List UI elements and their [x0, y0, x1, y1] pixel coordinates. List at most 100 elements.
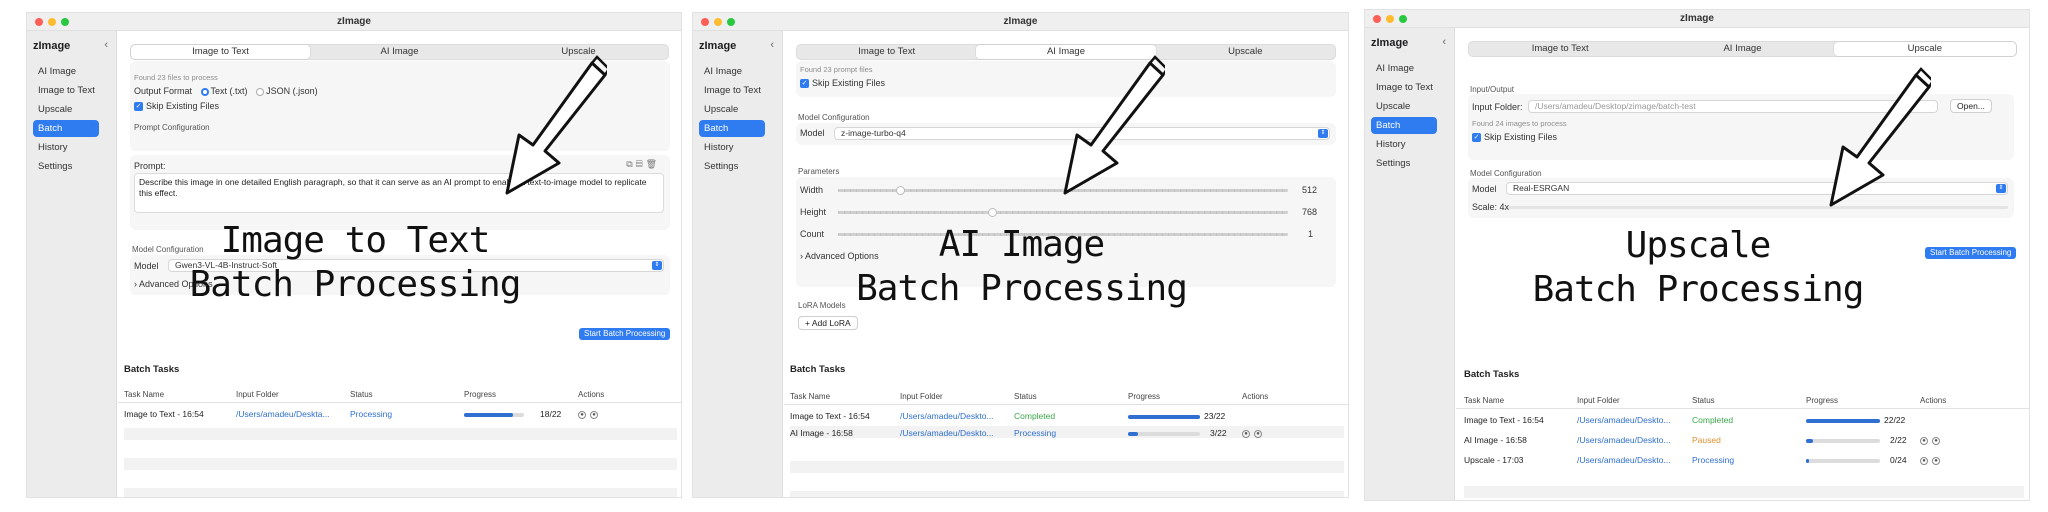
cancel-icon[interactable]: ● [1932, 437, 1940, 445]
zoom-window-button[interactable] [1399, 15, 1407, 23]
header-divider [118, 402, 681, 403]
task1-progress-bar [1806, 419, 1880, 423]
stop-icon[interactable]: ● [578, 411, 586, 419]
width-label: Width [800, 185, 824, 195]
minimize-window-button[interactable] [714, 18, 722, 26]
pause-icon[interactable]: ● [1920, 457, 1928, 465]
sidebar-item-image-to-text[interactable]: Image to Text [699, 82, 765, 99]
title-bar: zImage [693, 13, 1348, 31]
checkmark-icon: ✓ [134, 102, 143, 112]
task2-name: AI Image - 16:58 [790, 428, 853, 438]
zoom-window-button[interactable] [61, 18, 69, 26]
task1-name: Image to Text - 16:54 [124, 409, 204, 419]
sidebar-item-settings[interactable]: Settings [33, 158, 99, 175]
sidebar-item-ai-image[interactable]: AI Image [1371, 60, 1437, 77]
tab-ai-image[interactable]: AI Image [310, 45, 489, 59]
minimize-window-button[interactable] [48, 18, 56, 26]
col-actions: Actions [578, 390, 605, 399]
task1-folder[interactable]: /Users/amadeu/Deskto... [1577, 415, 1671, 425]
resume-icon[interactable]: ● [1920, 437, 1928, 445]
window-title: zImage [337, 16, 371, 27]
sidebar-item-ai-image[interactable]: AI Image [33, 63, 99, 80]
height-slider[interactable] [838, 208, 1288, 217]
skip-existing-checkbox[interactable]: ✓ Skip Existing Files [800, 78, 885, 89]
col-actions: Actions [1920, 396, 1947, 405]
task1-folder[interactable]: /Users/amadeu/Deskta... [236, 409, 330, 419]
collapse-sidebar-icon[interactable]: ‹ [104, 39, 108, 51]
header-divider [784, 404, 1348, 405]
progress-fill [1128, 415, 1200, 419]
prompt-config-heading: Prompt Configuration [134, 123, 210, 132]
stop-icon[interactable]: ● [1932, 457, 1940, 465]
pause-icon[interactable]: ● [590, 411, 598, 419]
progress-fill [1128, 432, 1139, 436]
sidebar-item-image-to-text[interactable]: Image to Text [1371, 79, 1437, 96]
task2-status: Paused [1692, 435, 1721, 445]
scale-label: Scale: 4x [1472, 202, 1510, 212]
skip-existing-checkbox[interactable]: ✓ Skip Existing Files [134, 101, 219, 112]
task2-folder[interactable]: /Users/amadeu/Deskto... [1577, 435, 1671, 445]
radio-json[interactable] [256, 87, 265, 96]
sidebar-item-upscale[interactable]: Upscale [699, 101, 765, 118]
close-window-button[interactable] [35, 18, 43, 26]
task2-folder[interactable]: /Users/amadeu/Deskto... [900, 428, 994, 438]
progress-fill [464, 413, 514, 417]
window-title: zImage [1680, 13, 1714, 24]
copy-icon[interactable]: ⧉ [626, 159, 635, 169]
sidebar-item-ai-image[interactable]: AI Image [699, 63, 765, 80]
slider-knob[interactable] [988, 208, 997, 217]
tab-upscale[interactable]: Upscale [1156, 45, 1335, 59]
task1-progress-bar [464, 413, 524, 417]
zoom-window-button[interactable] [727, 18, 735, 26]
sidebar-item-history[interactable]: History [33, 139, 99, 156]
trash-icon[interactable]: 🗑 [646, 159, 660, 169]
sidebar-item-upscale[interactable]: Upscale [1371, 98, 1437, 115]
slider-knob[interactable] [896, 186, 905, 195]
sidebar-item-batch[interactable]: Batch [699, 120, 765, 137]
paste-icon[interactable]: ▤ [636, 159, 646, 169]
col-input-folder: Input Folder [236, 390, 279, 399]
stop-icon[interactable]: ● [1242, 430, 1250, 438]
close-window-button[interactable] [701, 18, 709, 26]
sidebar-item-history[interactable]: History [699, 139, 765, 156]
overlay-title-line2: Batch Processing [856, 268, 1188, 309]
skip-existing-checkbox[interactable]: ✓ Skip Existing Files [1472, 132, 1557, 143]
tab-image-to-text[interactable]: Image to Text [131, 45, 310, 59]
tab-image-to-text[interactable]: Image to Text [1469, 42, 1651, 56]
col-progress: Progress [1806, 396, 1839, 405]
sidebar-item-history[interactable]: History [1371, 136, 1437, 153]
task3-folder[interactable]: /Users/amadeu/Deskto... [1577, 455, 1671, 465]
radio-txt-label: Text (.txt) [210, 86, 248, 96]
sidebar-item-image-to-text[interactable]: Image to Text [33, 82, 99, 99]
scale-slider[interactable] [1508, 206, 2008, 209]
progress-fill [1806, 419, 1880, 423]
minimize-window-button[interactable] [1386, 15, 1394, 23]
collapse-sidebar-icon[interactable]: ‹ [1442, 36, 1446, 48]
tab-upscale[interactable]: Upscale [1833, 42, 2016, 56]
sidebar-item-settings[interactable]: Settings [1371, 155, 1437, 172]
model-select[interactable]: Real-ESRGAN ⇕ [1506, 182, 2008, 195]
sidebar-item-batch[interactable]: Batch [33, 120, 99, 137]
sidebar-item-settings[interactable]: Settings [699, 158, 765, 175]
progress-fill [1806, 439, 1814, 443]
found-files-text: Found 23 prompt files [800, 65, 873, 74]
chevron-updown-icon: ⇕ [1318, 129, 1328, 138]
open-folder-button[interactable]: Open... [1950, 99, 1992, 113]
output-format-label: Output Format Text (.txt) JSON (.json) [134, 86, 318, 96]
add-lora-button[interactable]: + Add LoRA [798, 316, 858, 330]
col-task-name: Task Name [124, 390, 165, 399]
width-value: 512 [1302, 185, 1318, 195]
title-bar: zImage [27, 13, 681, 31]
task1-folder[interactable]: /Users/amadeu/Deskto... [900, 411, 994, 421]
radio-txt[interactable] [200, 87, 209, 96]
tab-image-to-text[interactable]: Image to Text [797, 45, 976, 59]
pause-icon[interactable]: ● [1254, 430, 1262, 438]
start-batch-button[interactable]: Start Batch Processing [579, 328, 671, 340]
model-label: Model [1472, 184, 1497, 194]
sidebar-item-batch[interactable]: Batch [1371, 117, 1437, 134]
sidebar-item-upscale[interactable]: Upscale [33, 101, 99, 118]
task1-progress-text: 23/22 [1204, 411, 1226, 421]
collapse-sidebar-icon[interactable]: ‹ [770, 39, 774, 51]
tab-ai-image[interactable]: AI Image [1651, 42, 1833, 56]
close-window-button[interactable] [1373, 15, 1381, 23]
